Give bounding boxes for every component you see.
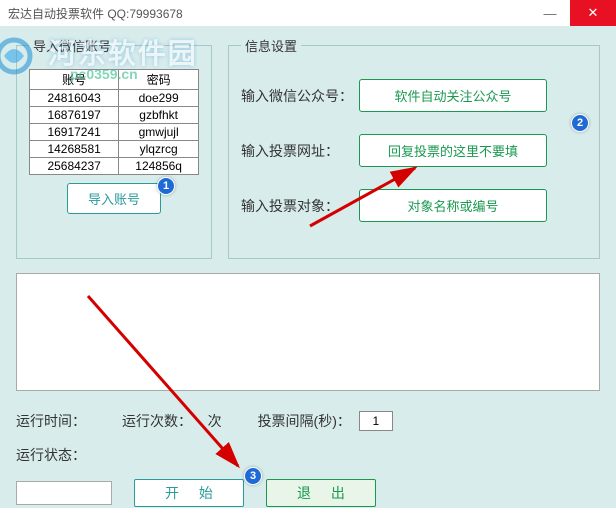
status-label: 运行状态： — [16, 447, 86, 463]
col-account: 账号 — [30, 70, 119, 90]
table-row: 24816043doe299 — [30, 90, 199, 107]
log-textarea[interactable] — [16, 273, 600, 391]
import-accounts-button[interactable]: 导入账号 — [67, 183, 161, 214]
runcount-label: 运行次数： — [122, 413, 192, 429]
interval-label: 投票间隔(秒)： — [258, 411, 351, 431]
col-password: 密码 — [119, 70, 199, 90]
exit-button[interactable]: 退 出 — [266, 479, 376, 507]
close-button[interactable]: ✕ — [570, 0, 616, 26]
input-vote-target[interactable]: 对象名称或编号 — [359, 189, 547, 222]
table-row: 16917241gmwjujl — [30, 124, 199, 141]
stats-row: 运行时间： 运行次数： 次 投票间隔(秒)： — [16, 411, 600, 431]
label-wechat-account: 输入微信公众号： — [241, 86, 359, 106]
info-settings-panel: 信息设置 输入微信公众号： 软件自动关注公众号 输入投票网址： 回复投票的这里不… — [228, 36, 600, 259]
input-wechat-account[interactable]: 软件自动关注公众号 — [359, 79, 547, 112]
step-badge-2: 2 — [571, 114, 589, 132]
import-accounts-panel: 导入微信账号 账号 密码 24816043doe299 16876197gzbf… — [16, 36, 212, 259]
label-vote-url: 输入投票网址： — [241, 141, 359, 161]
table-row: 16876197gzbfhkt — [30, 107, 199, 124]
window-titlebar: 宏达自动投票软件 QQ:79993678 ― ✕ — [0, 0, 616, 26]
interval-input[interactable] — [359, 411, 393, 431]
runtime-label: 运行时间： — [16, 411, 86, 431]
status-input[interactable] — [16, 481, 112, 505]
step-badge-3: 3 — [244, 467, 262, 485]
table-row: 25684237124856q — [30, 158, 199, 175]
label-vote-target: 输入投票对象： — [241, 196, 359, 216]
minimize-button[interactable]: ― — [530, 0, 570, 26]
input-vote-url[interactable]: 回复投票的这里不要填 — [359, 134, 547, 167]
accounts-table: 账号 密码 24816043doe299 16876197gzbfhkt 169… — [29, 69, 199, 175]
table-row: 14268581ylqzrcg — [30, 141, 199, 158]
start-button[interactable]: 开 始 — [134, 479, 244, 507]
import-legend: 导入微信账号 — [29, 36, 115, 55]
info-legend: 信息设置 — [241, 36, 301, 55]
runcount-unit: 次 — [208, 413, 222, 429]
window-title: 宏达自动投票软件 QQ:79993678 — [8, 5, 183, 22]
